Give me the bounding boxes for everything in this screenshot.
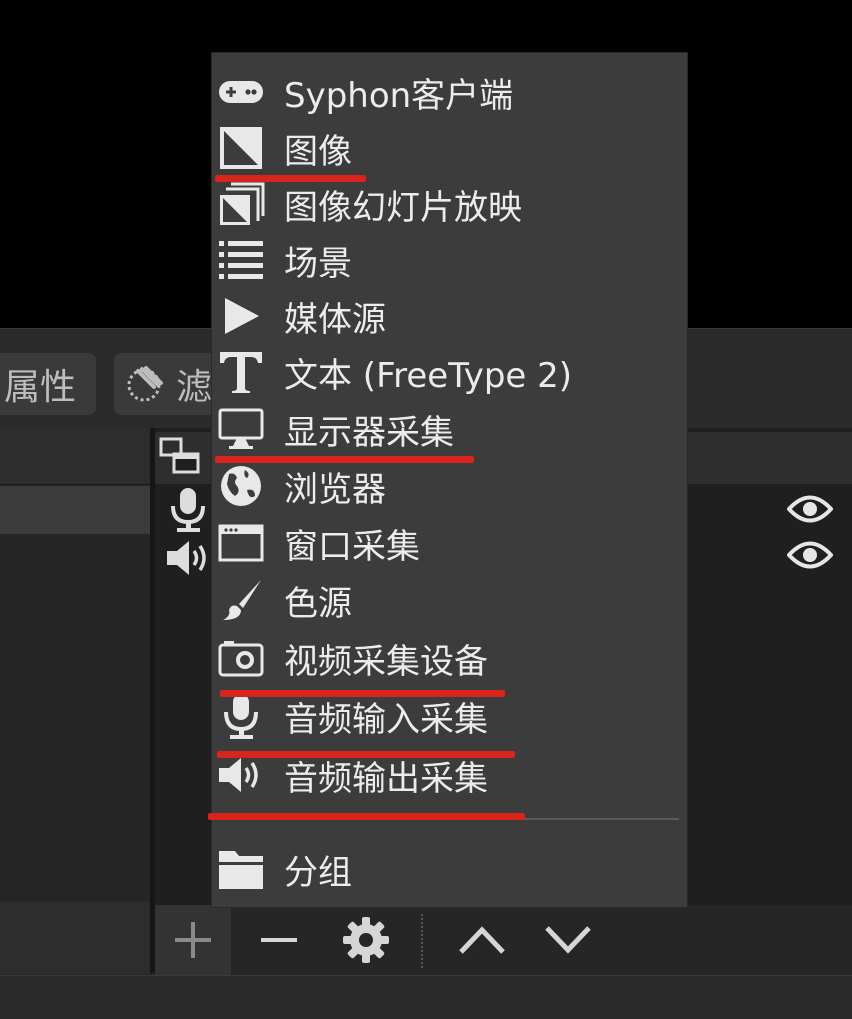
chevron-down-icon[interactable] — [538, 910, 598, 970]
brush-icon — [217, 576, 265, 624]
menu-item-group[interactable]: 分组 — [212, 841, 687, 897]
menu-item-media-source[interactable]: 媒体源 — [212, 288, 687, 344]
folder-icon — [217, 845, 265, 893]
menu-item-image-slideshow[interactable]: 图像幻灯片放映 — [212, 176, 687, 232]
toolbar-divider — [421, 914, 425, 968]
highlight-underline — [217, 751, 515, 758]
menu-item-label: 媒体源 — [284, 299, 386, 340]
globe-icon — [217, 462, 265, 510]
scenes-panel-footer — [0, 902, 150, 974]
menu-item-label: 色源 — [284, 583, 352, 624]
minus-icon[interactable] — [249, 910, 309, 970]
menu-item-label: 浏览器 — [284, 469, 386, 510]
image-icon — [217, 124, 265, 172]
menu-item-video-capture-device[interactable]: 视频采集设备 — [212, 630, 687, 686]
list-icon — [217, 236, 265, 284]
menu-item-label: 显示器采集 — [284, 412, 454, 453]
menu-item-browser[interactable]: 浏览器 — [212, 458, 687, 514]
menu-item-label: 文本 (FreeType 2) — [284, 355, 573, 396]
highlight-underline — [215, 456, 474, 463]
text-icon — [217, 348, 265, 396]
menu-item-label: 场景 — [284, 243, 352, 284]
menu-item-scene[interactable]: 场景 — [212, 232, 687, 288]
menu-item-color-source[interactable]: 色源 — [212, 572, 687, 628]
menu-item-label: 视频采集设备 — [284, 641, 488, 682]
microphone-icon — [167, 486, 211, 536]
menu-item-syphon[interactable]: Syphon客户端 — [212, 64, 687, 120]
scene-copy-icon — [158, 436, 202, 480]
status-bar — [0, 975, 852, 1019]
menu-item-label: 分组 — [284, 852, 352, 893]
window-icon — [217, 519, 265, 567]
eye-icon[interactable] — [786, 494, 834, 528]
highlight-underline — [215, 175, 366, 182]
menu-item-label: 音频输入采集 — [284, 699, 488, 740]
play-icon — [217, 292, 265, 340]
highlight-underline — [208, 813, 525, 820]
menu-item-text[interactable]: 文本 (FreeType 2) — [212, 344, 687, 400]
menu-item-window-capture[interactable]: 窗口采集 — [212, 515, 687, 571]
filters-label: 滤 — [176, 367, 213, 408]
scenes-panel-header — [0, 428, 150, 485]
menu-item-label: Syphon客户端 — [284, 75, 514, 116]
speaker-icon — [217, 751, 265, 799]
gamepad-icon — [217, 68, 265, 116]
menu-item-display-capture[interactable]: 显示器采集 — [212, 401, 687, 457]
menu-item-label: 图像幻灯片放映 — [284, 187, 522, 228]
chevron-up-icon[interactable] — [452, 910, 512, 970]
camera-icon — [217, 634, 265, 682]
scene-list-item[interactable] — [0, 486, 150, 534]
speaker-icon — [165, 538, 213, 582]
properties-label: 属性 — [4, 367, 77, 408]
plus-icon[interactable] — [163, 910, 223, 970]
filter-icon — [124, 361, 170, 407]
monitor-icon — [217, 405, 265, 453]
properties-button[interactable]: 属性 — [0, 353, 96, 415]
highlight-underline — [220, 690, 505, 697]
microphone-icon — [217, 692, 265, 740]
eye-icon[interactable] — [786, 540, 834, 574]
menu-item-image[interactable]: 图像 — [212, 120, 687, 176]
menu-item-label: 窗口采集 — [284, 526, 420, 567]
menu-item-label: 图像 — [284, 131, 352, 172]
gear-icon[interactable] — [336, 910, 396, 970]
slideshow-icon — [217, 180, 265, 228]
